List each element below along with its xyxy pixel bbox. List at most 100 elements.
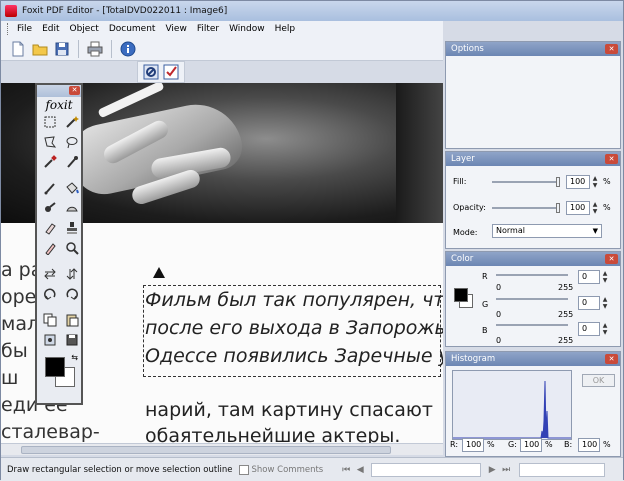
brush-icon[interactable] bbox=[40, 179, 60, 197]
color-swatches[interactable]: ⇆ bbox=[37, 353, 81, 393]
new-document-icon[interactable] bbox=[9, 40, 27, 58]
save-image-icon[interactable] bbox=[62, 331, 82, 349]
color-panel-header[interactable]: Color ✕ bbox=[446, 252, 620, 266]
color-panel-title: Color bbox=[451, 254, 474, 264]
red-slider[interactable] bbox=[496, 274, 568, 276]
last-page-icon[interactable]: ⏭ bbox=[499, 463, 513, 477]
hist-r-input[interactable]: 100 bbox=[462, 438, 484, 452]
left-column-line: бы bbox=[1, 340, 28, 362]
menu-window[interactable]: Window bbox=[224, 21, 270, 37]
histogram-panel-title: Histogram bbox=[451, 354, 496, 364]
eraser-alt-icon[interactable] bbox=[40, 239, 60, 257]
left-column-line: сталевар- bbox=[1, 421, 100, 443]
color-fg-swatch[interactable] bbox=[454, 288, 468, 302]
foreground-color-swatch[interactable] bbox=[45, 357, 65, 377]
layer-panel-header[interactable]: Layer ✕ bbox=[446, 152, 620, 166]
green-spinner[interactable]: ▲ ▼ bbox=[601, 296, 609, 310]
layer-panel-title: Layer bbox=[451, 154, 475, 164]
copy-icon[interactable] bbox=[40, 311, 60, 329]
paint-bucket-icon[interactable] bbox=[62, 179, 82, 197]
opacity-slider[interactable] bbox=[492, 207, 560, 209]
close-icon[interactable]: ✕ bbox=[605, 44, 618, 54]
page-number-input[interactable] bbox=[371, 462, 482, 477]
histogram-graph bbox=[452, 370, 572, 440]
first-page-icon[interactable]: ⏮ bbox=[339, 463, 353, 477]
options-panel-header[interactable]: Options ✕ bbox=[446, 42, 620, 56]
histogram-panel-header[interactable]: Histogram ✕ bbox=[446, 352, 620, 366]
fill-slider[interactable] bbox=[492, 181, 560, 183]
layer-panel: Layer ✕ Fill: 100 ▲ ▼ % Opacity: 100 ▲ ▼ %… bbox=[445, 151, 621, 249]
tool-palette-header[interactable]: ✕ bbox=[37, 85, 81, 97]
foxit-logo: foxit bbox=[45, 98, 73, 112]
hist-g-input[interactable]: 100 bbox=[520, 438, 542, 452]
fill-spinner[interactable]: ▲ ▼ bbox=[591, 175, 599, 189]
menu-view[interactable]: View bbox=[160, 21, 191, 37]
menu-file[interactable]: File bbox=[12, 21, 37, 37]
marquee-select-icon[interactable] bbox=[40, 113, 60, 131]
magic-wand-icon[interactable] bbox=[62, 113, 82, 131]
menu-object[interactable]: Object bbox=[65, 21, 104, 37]
hist-b-input[interactable]: 100 bbox=[578, 438, 600, 452]
crop-icon[interactable] bbox=[40, 331, 60, 349]
close-icon[interactable]: ✕ bbox=[605, 254, 618, 264]
opacity-value-input[interactable]: 100 bbox=[566, 201, 590, 215]
info-icon[interactable] bbox=[119, 40, 137, 58]
open-folder-icon[interactable] bbox=[31, 40, 49, 58]
color-picker-icon[interactable] bbox=[62, 153, 82, 171]
menu-filter[interactable]: Filter bbox=[192, 21, 224, 37]
red-max: 255 bbox=[558, 283, 574, 292]
zoom-icon[interactable] bbox=[62, 239, 82, 257]
scrollbar-thumb[interactable] bbox=[21, 446, 391, 454]
close-icon[interactable]: ✕ bbox=[69, 86, 80, 95]
fill-slider-knob[interactable] bbox=[556, 177, 560, 187]
stamp-icon[interactable] bbox=[62, 219, 82, 237]
opacity-slider-knob[interactable] bbox=[556, 203, 560, 213]
smudge-icon[interactable] bbox=[40, 199, 60, 217]
left-column-line: ш bbox=[1, 367, 19, 389]
hist-r-percent: % bbox=[487, 440, 495, 449]
red-spinner[interactable]: ▲ ▼ bbox=[601, 270, 609, 284]
fill-value-input[interactable]: 100 bbox=[566, 175, 590, 189]
flip-vertical-icon[interactable] bbox=[62, 265, 82, 283]
rotate-left-icon[interactable] bbox=[40, 285, 60, 303]
rotate-right-icon[interactable] bbox=[62, 285, 82, 303]
paste-icon[interactable] bbox=[62, 311, 82, 329]
eraser-icon[interactable] bbox=[40, 219, 60, 237]
menu-edit[interactable]: Edit bbox=[37, 21, 64, 37]
body-text-line: нарий, там картину спасают bbox=[145, 399, 433, 421]
no-select-icon[interactable] bbox=[142, 63, 160, 81]
print-icon[interactable] bbox=[86, 40, 104, 58]
show-comments-checkbox[interactable] bbox=[238, 464, 249, 475]
hist-b-percent: % bbox=[603, 440, 611, 449]
flip-horizontal-icon[interactable] bbox=[40, 265, 60, 283]
menu-help[interactable]: Help bbox=[270, 21, 301, 37]
blue-slider[interactable] bbox=[496, 324, 568, 326]
triangle-bullet bbox=[153, 267, 165, 278]
close-icon[interactable]: ✕ bbox=[605, 354, 618, 364]
close-icon[interactable]: ✕ bbox=[605, 154, 618, 164]
checkmark-icon[interactable] bbox=[162, 63, 180, 81]
hist-b-label: B: bbox=[564, 440, 573, 449]
red-value-input[interactable]: 0 bbox=[578, 270, 600, 284]
ok-button[interactable]: OK bbox=[582, 374, 615, 387]
right-panel-dock: Options ✕ Layer ✕ Fill: 100 ▲ ▼ % Opacity… bbox=[443, 37, 623, 457]
previous-page-icon[interactable]: ◀ bbox=[353, 463, 367, 477]
polygon-lasso-icon[interactable] bbox=[40, 133, 60, 151]
blue-value-input[interactable]: 0 bbox=[578, 322, 600, 336]
blur-icon[interactable] bbox=[62, 199, 82, 217]
save-icon[interactable] bbox=[53, 40, 71, 58]
menu-document[interactable]: Document bbox=[104, 21, 161, 37]
lasso-icon[interactable] bbox=[62, 133, 82, 151]
green-slider[interactable] bbox=[496, 298, 568, 300]
blue-spinner[interactable]: ▲ ▼ bbox=[601, 322, 609, 336]
blend-mode-select[interactable]: Normal ▼ bbox=[492, 224, 602, 238]
green-value-input[interactable]: 0 bbox=[578, 296, 600, 310]
red-label: R bbox=[482, 272, 488, 281]
zoom-select[interactable] bbox=[519, 462, 606, 477]
swap-colors-icon[interactable]: ⇆ bbox=[71, 353, 78, 362]
status-message: Draw rectangular selection or move selec… bbox=[7, 464, 233, 475]
opacity-spinner[interactable]: ▲ ▼ bbox=[591, 201, 599, 215]
horizontal-scrollbar[interactable] bbox=[1, 443, 443, 455]
eyedropper-icon[interactable] bbox=[40, 153, 60, 171]
next-page-icon[interactable]: ▶ bbox=[485, 463, 499, 477]
